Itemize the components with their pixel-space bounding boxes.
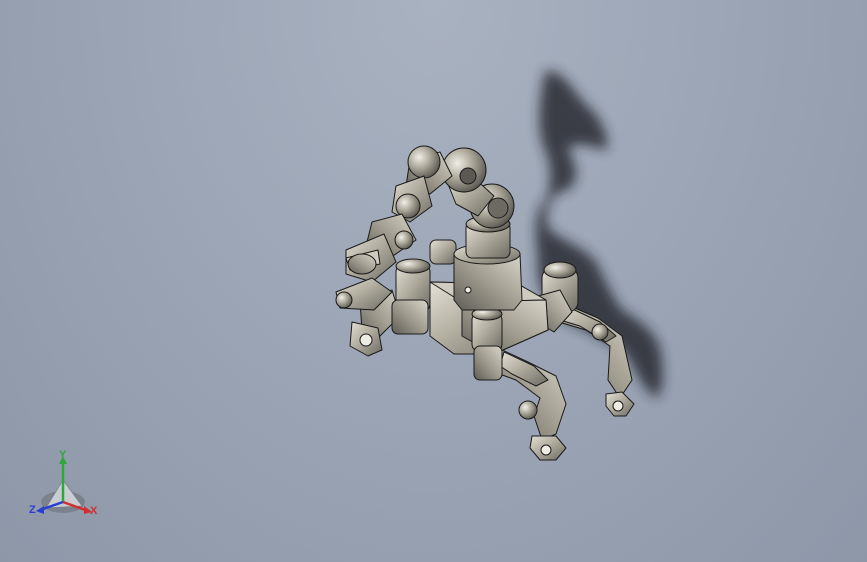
x-axis-label: X [90, 505, 98, 517]
arm-turret[interactable] [453, 215, 523, 311]
coordinate-triad: Y X Z [22, 446, 112, 526]
z-axis-label: Z [29, 504, 36, 516]
graphics-viewport[interactable]: Y X Z [0, 0, 867, 562]
z-axis-arrow [36, 506, 44, 514]
y-axis-label: Y [59, 449, 67, 461]
model-shadow [535, 71, 663, 399]
leg-front-right[interactable] [493, 347, 567, 461]
cad-model-scene[interactable] [0, 0, 867, 562]
